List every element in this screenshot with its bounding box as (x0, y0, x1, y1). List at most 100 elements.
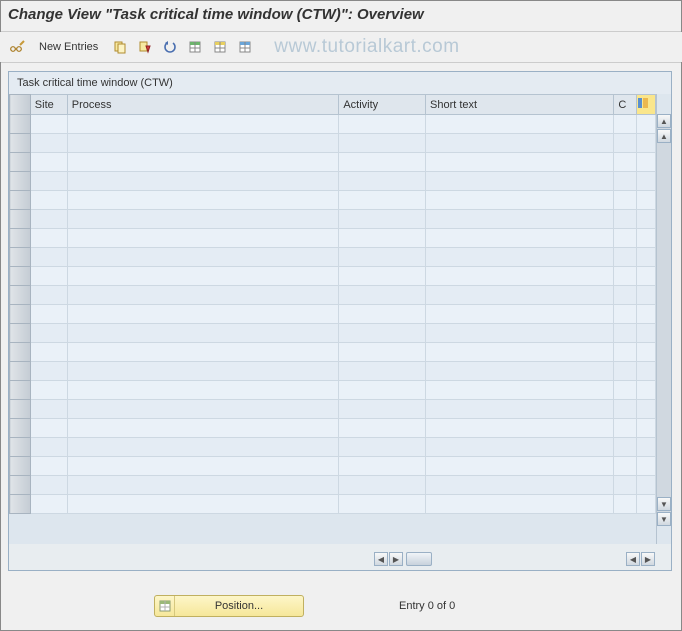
scroll-up-icon[interactable]: ▲ (657, 114, 671, 128)
table-cell[interactable] (67, 419, 339, 438)
copy-icon[interactable] (109, 37, 131, 57)
new-entries-button[interactable]: New Entries (31, 37, 106, 57)
table-cell[interactable] (30, 343, 67, 362)
table-cell[interactable] (30, 172, 67, 191)
table-cell[interactable] (30, 362, 67, 381)
table-cell[interactable] (426, 438, 614, 457)
table-cell[interactable] (67, 172, 339, 191)
table-cell[interactable] (637, 172, 656, 191)
table-cell[interactable] (67, 115, 339, 134)
table-row[interactable] (10, 153, 656, 172)
row-selector[interactable] (10, 267, 31, 286)
hscroll-first-icon[interactable]: ◀ (374, 552, 388, 566)
table-cell[interactable] (614, 286, 637, 305)
table-cell[interactable] (339, 153, 426, 172)
table-cell[interactable] (637, 229, 656, 248)
table-cell[interactable] (30, 229, 67, 248)
table-cell[interactable] (637, 457, 656, 476)
row-selector[interactable] (10, 134, 31, 153)
table-cell[interactable] (426, 210, 614, 229)
table-cell[interactable] (30, 305, 67, 324)
row-selector[interactable] (10, 476, 31, 495)
table-cell[interactable] (339, 324, 426, 343)
table-cell[interactable] (614, 343, 637, 362)
table-cell[interactable] (637, 286, 656, 305)
row-selector[interactable] (10, 438, 31, 457)
table-cell[interactable] (339, 248, 426, 267)
table-cell[interactable] (339, 362, 426, 381)
table-cell[interactable] (30, 153, 67, 172)
table-cell[interactable] (614, 400, 637, 419)
table-cell[interactable] (67, 343, 339, 362)
table-cell[interactable] (339, 419, 426, 438)
table-row[interactable] (10, 115, 656, 134)
table-row[interactable] (10, 362, 656, 381)
table-cell[interactable] (30, 191, 67, 210)
table-row[interactable] (10, 400, 656, 419)
table-cell[interactable] (67, 191, 339, 210)
row-selector[interactable] (10, 343, 31, 362)
table-cell[interactable] (426, 172, 614, 191)
scroll-up2-icon[interactable]: ▲ (657, 129, 671, 143)
table-cell[interactable] (30, 438, 67, 457)
row-selector[interactable] (10, 381, 31, 400)
table-cell[interactable] (637, 362, 656, 381)
row-selector-header[interactable] (10, 95, 31, 115)
table-cell[interactable] (614, 476, 637, 495)
hscroll-left2-icon[interactable]: ◀ (626, 552, 640, 566)
table-row[interactable] (10, 343, 656, 362)
table-cell[interactable] (67, 495, 339, 514)
table-cell[interactable] (67, 457, 339, 476)
table-cell[interactable] (339, 191, 426, 210)
table-cell[interactable] (614, 172, 637, 191)
table-cell[interactable] (637, 400, 656, 419)
table-cell[interactable] (426, 229, 614, 248)
table-cell[interactable] (339, 381, 426, 400)
row-selector[interactable] (10, 419, 31, 438)
table-cell[interactable] (614, 495, 637, 514)
row-selector[interactable] (10, 210, 31, 229)
hscroll-thumb[interactable] (406, 552, 432, 566)
table-cell[interactable] (67, 438, 339, 457)
table-cell[interactable] (67, 324, 339, 343)
table-cell[interactable] (339, 172, 426, 191)
table-cell[interactable] (614, 210, 637, 229)
table-row[interactable] (10, 172, 656, 191)
table-cell[interactable] (426, 305, 614, 324)
table-cell[interactable] (426, 134, 614, 153)
table-cell[interactable] (614, 191, 637, 210)
table-cell[interactable] (637, 248, 656, 267)
table-cell[interactable] (30, 286, 67, 305)
table-row[interactable] (10, 476, 656, 495)
table-cell[interactable] (67, 267, 339, 286)
table-cell[interactable] (339, 210, 426, 229)
col-process[interactable]: Process (67, 95, 339, 115)
table-row[interactable] (10, 229, 656, 248)
col-shorttext[interactable]: Short text (426, 95, 614, 115)
table-cell[interactable] (339, 286, 426, 305)
table-cell[interactable] (426, 381, 614, 400)
hscroll-left-icon[interactable]: ▶ (389, 552, 403, 566)
table-cell[interactable] (614, 362, 637, 381)
table-cell[interactable] (67, 362, 339, 381)
table-row[interactable] (10, 248, 656, 267)
table-cell[interactable] (637, 305, 656, 324)
table-cell[interactable] (637, 153, 656, 172)
table-cell[interactable] (339, 457, 426, 476)
scroll-down-icon[interactable]: ▼ (657, 512, 671, 526)
glasses-pencil-icon[interactable] (6, 37, 28, 57)
table-cell[interactable] (614, 419, 637, 438)
table-cell[interactable] (614, 324, 637, 343)
table-cell[interactable] (67, 400, 339, 419)
table-yellow-icon[interactable] (209, 37, 231, 57)
table-cell[interactable] (614, 229, 637, 248)
table-cell[interactable] (637, 115, 656, 134)
col-activity[interactable]: Activity (339, 95, 426, 115)
table-cell[interactable] (30, 324, 67, 343)
table-row[interactable] (10, 324, 656, 343)
table-cell[interactable] (426, 153, 614, 172)
row-selector[interactable] (10, 172, 31, 191)
table-cell[interactable] (30, 210, 67, 229)
table-cell[interactable] (614, 248, 637, 267)
row-selector[interactable] (10, 305, 31, 324)
